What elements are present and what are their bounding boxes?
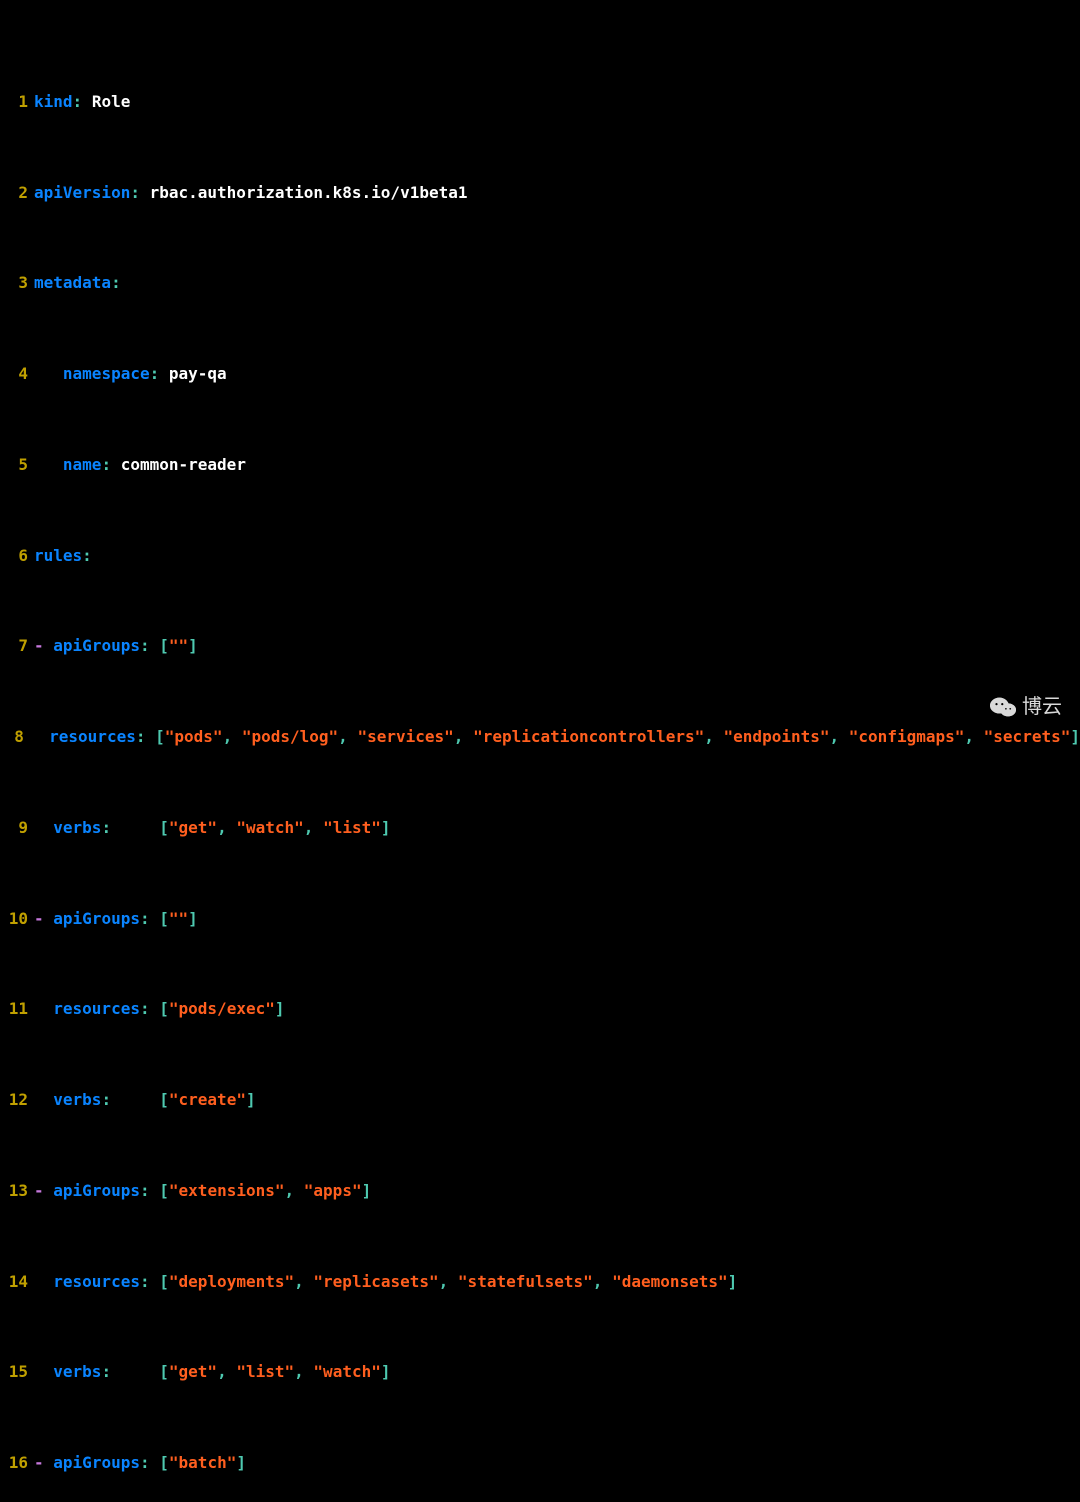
code-line: 3 metadata: [0, 272, 1080, 295]
line-number: 6 [0, 545, 34, 568]
yaml-string: "list" [323, 818, 381, 837]
line-number: 9 [0, 817, 34, 840]
yaml-string: "pods/exec" [169, 999, 275, 1018]
yaml-string: "daemonsets" [612, 1272, 728, 1291]
code-line: 7 - apiGroups: [""] [0, 635, 1080, 658]
yaml-key: resources [53, 1272, 140, 1291]
yaml-string: "extensions" [169, 1181, 285, 1200]
yaml-key: apiGroups [53, 909, 140, 928]
line-number: 4 [0, 363, 34, 386]
yaml-key: name [63, 455, 102, 474]
line-number: 2 [0, 182, 34, 205]
line-number: 7 [0, 635, 34, 658]
watermark: 博云 [990, 693, 1062, 721]
yaml-string: "" [169, 909, 188, 928]
yaml-string: "pods/log" [242, 727, 338, 746]
yaml-value: pay-qa [169, 364, 227, 383]
line-number: 5 [0, 454, 34, 477]
yaml-key: resources [49, 727, 136, 746]
code-editor[interactable]: 1 kind: Role 2 apiVersion: rbac.authoriz… [0, 0, 1080, 751]
yaml-key: apiGroups [53, 1453, 140, 1472]
code-line: 11 resources: ["pods/exec"] [0, 998, 1080, 1021]
yaml-string: "services" [357, 727, 453, 746]
wechat-icon [990, 696, 1016, 718]
yaml-key: verbs [53, 1362, 101, 1381]
yaml-key: metadata [34, 273, 111, 292]
code-line: 8 resources: ["pods", "pods/log", "servi… [0, 726, 1080, 749]
watermark-text: 博云 [1022, 693, 1062, 721]
line-number: 12 [0, 1089, 34, 1112]
yaml-string: "replicasets" [313, 1272, 438, 1291]
yaml-key: rules [34, 546, 82, 565]
line-number: 11 [0, 998, 34, 1021]
code-line: 13 - apiGroups: ["extensions", "apps"] [0, 1180, 1080, 1203]
line-number: 10 [0, 908, 34, 931]
yaml-string: "secrets" [984, 727, 1071, 746]
yaml-key: namespace [63, 364, 150, 383]
yaml-string: "batch" [169, 1453, 236, 1472]
code-line: 15 verbs: ["get", "list", "watch"] [0, 1361, 1080, 1384]
yaml-key: apiVersion [34, 183, 130, 202]
yaml-key: verbs [53, 818, 101, 837]
line-number: 3 [0, 272, 34, 295]
line-number: 15 [0, 1361, 34, 1384]
yaml-string: "pods" [165, 727, 223, 746]
line-number: 16 [0, 1452, 34, 1475]
line-number: 8 [0, 726, 30, 749]
code-line: 2 apiVersion: rbac.authorization.k8s.io/… [0, 182, 1080, 205]
yaml-string: "get" [169, 1362, 217, 1381]
line-number: 14 [0, 1271, 34, 1294]
yaml-string: "configmaps" [849, 727, 965, 746]
yaml-string: "" [169, 636, 188, 655]
code-line: 5 name: common-reader [0, 454, 1080, 477]
yaml-key: resources [53, 999, 140, 1018]
yaml-string: "endpoints" [724, 727, 830, 746]
line-number: 13 [0, 1180, 34, 1203]
yaml-string: "statefulsets" [458, 1272, 593, 1291]
yaml-key: kind [34, 92, 73, 111]
yaml-value: Role [92, 92, 131, 111]
code-line: 6 rules: [0, 545, 1080, 568]
yaml-string: "list" [236, 1362, 294, 1381]
yaml-string: "watch" [313, 1362, 380, 1381]
yaml-string: "get" [169, 818, 217, 837]
code-line: 10 - apiGroups: [""] [0, 908, 1080, 931]
yaml-string: "watch" [236, 818, 303, 837]
code-line: 9 verbs: ["get", "watch", "list"] [0, 817, 1080, 840]
code-line: 12 verbs: ["create"] [0, 1089, 1080, 1112]
code-line: 14 resources: ["deployments", "replicase… [0, 1271, 1080, 1294]
yaml-string: "deployments" [169, 1272, 294, 1291]
yaml-key: verbs [53, 1090, 101, 1109]
yaml-value: rbac.authorization.k8s.io/v1beta1 [150, 183, 468, 202]
yaml-key: apiGroups [53, 636, 140, 655]
line-number: 1 [0, 91, 34, 114]
yaml-string: "replicationcontrollers" [473, 727, 704, 746]
code-line: 4 namespace: pay-qa [0, 363, 1080, 386]
yaml-value: common-reader [121, 455, 246, 474]
yaml-string: "apps" [304, 1181, 362, 1200]
code-line: 16 - apiGroups: ["batch"] [0, 1452, 1080, 1475]
code-line: 1 kind: Role [0, 91, 1080, 114]
yaml-string: "create" [169, 1090, 246, 1109]
yaml-key: apiGroups [53, 1181, 140, 1200]
